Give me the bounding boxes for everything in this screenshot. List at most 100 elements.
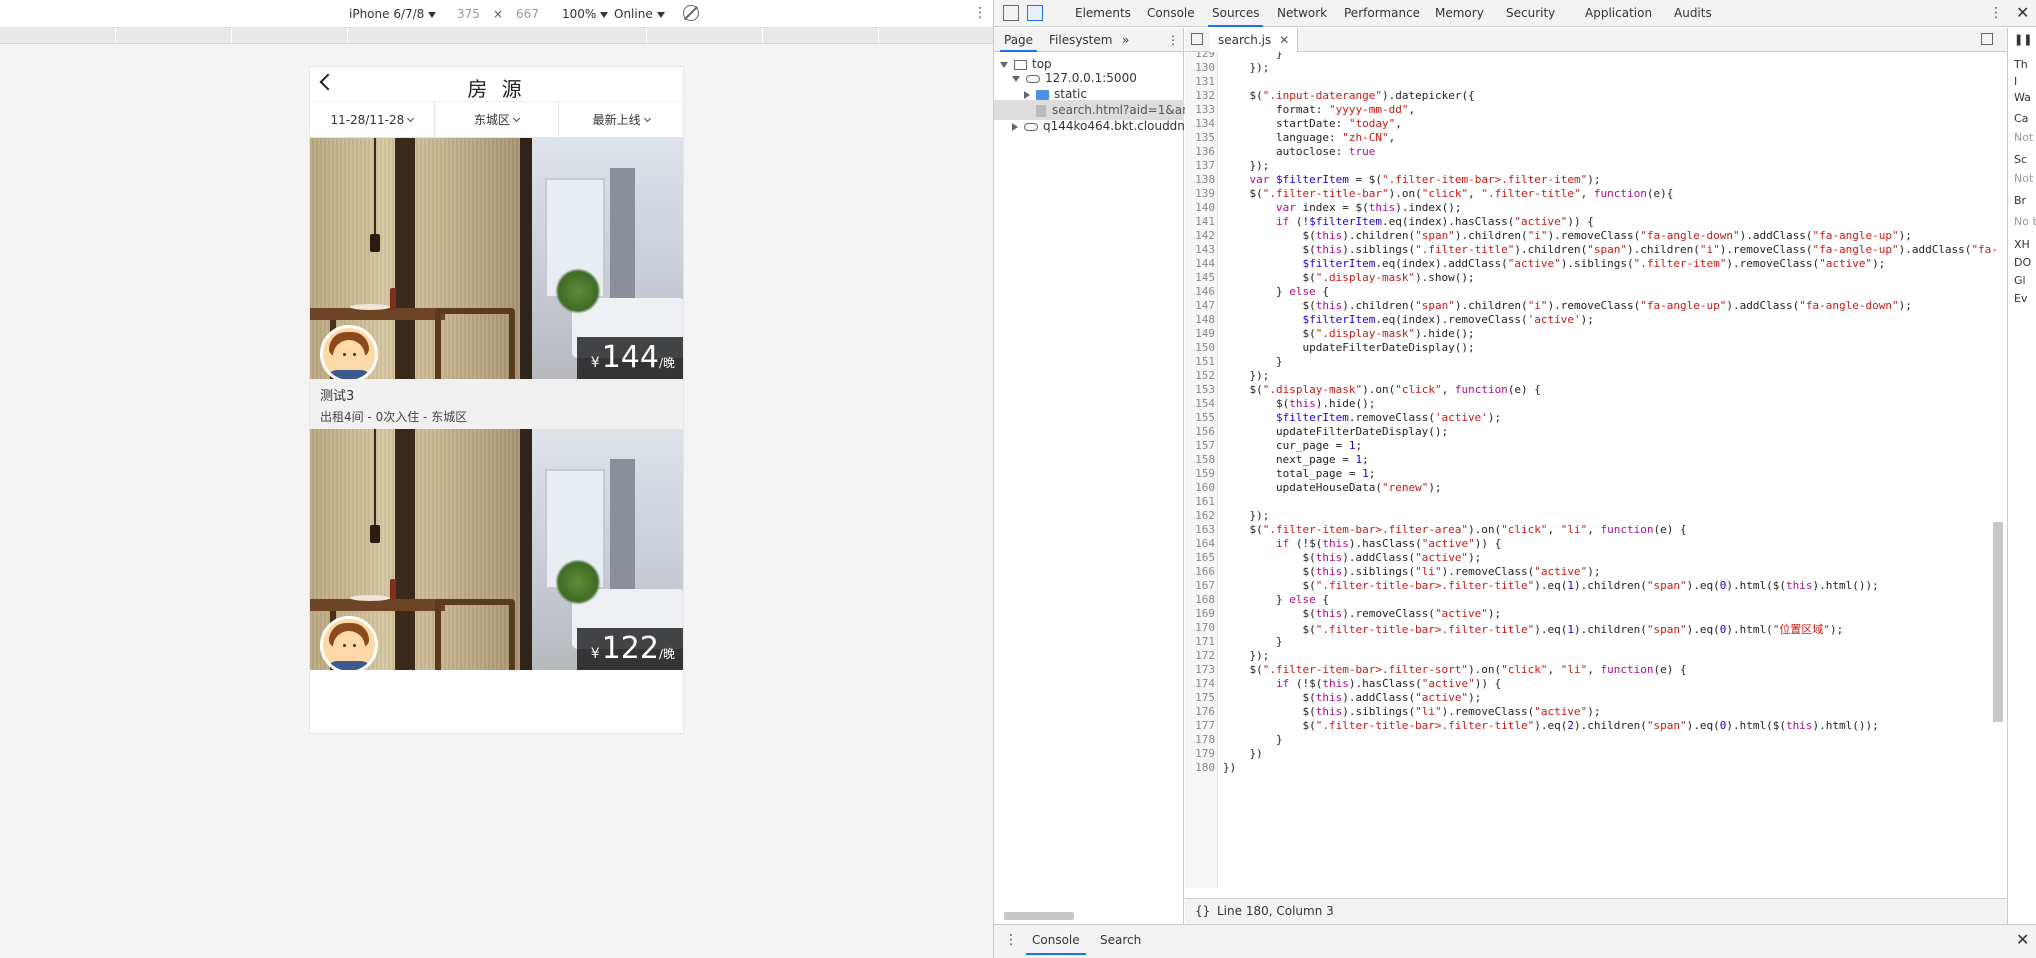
drawer-menu-icon[interactable]: ⋮ (1004, 932, 1018, 948)
code-view[interactable]: 129 } 130 }); 131 132 $(".input-daterange")… (1185, 52, 2007, 888)
line-number[interactable]: 166 (1185, 565, 1215, 578)
line-number[interactable]: 175 (1185, 691, 1215, 704)
filter-area[interactable]: 东城区 (435, 102, 560, 137)
debugger-section-label[interactable]: Wa (2014, 91, 2031, 104)
line-number[interactable]: 130 (1185, 61, 1215, 74)
editor-tab-search-js[interactable]: search.js ✕ (1210, 28, 1299, 52)
debugger-section-label[interactable]: Not p (2014, 131, 2036, 144)
line-number[interactable]: 141 (1185, 215, 1215, 228)
line-number[interactable]: 176 (1185, 705, 1215, 718)
line-number[interactable]: 170 (1185, 621, 1215, 634)
line-number[interactable]: 174 (1185, 677, 1215, 690)
line-number[interactable]: 160 (1185, 481, 1215, 494)
line-number[interactable]: 136 (1185, 145, 1215, 158)
line-number[interactable]: 172 (1185, 649, 1215, 662)
line-number[interactable]: 137 (1185, 159, 1215, 172)
tab-page[interactable]: Page (999, 33, 1038, 52)
line-number[interactable]: 144 (1185, 257, 1215, 270)
tab-application[interactable]: Application (1585, 6, 1652, 20)
line-number[interactable]: 154 (1185, 397, 1215, 410)
pause-icon[interactable]: ❚❚ (2014, 33, 2032, 46)
debugger-section-label[interactable]: Gl (2014, 274, 2026, 287)
line-number[interactable]: 146 (1185, 285, 1215, 298)
line-number[interactable]: 156 (1185, 425, 1215, 438)
line-number[interactable]: 157 (1185, 439, 1215, 452)
line-number[interactable]: 131 (1185, 75, 1215, 88)
line-number[interactable]: 169 (1185, 607, 1215, 620)
network-throttle-select[interactable]: Online (614, 7, 665, 21)
line-number[interactable]: 167 (1185, 579, 1215, 592)
line-number[interactable]: 177 (1185, 719, 1215, 732)
tree-item-cdn[interactable]: q144ko464.bkt.clouddn.co (1012, 116, 1203, 136)
house-card[interactable]: ¥ 144 /晚 测试3 出租4间 - 0次入住 - 东城区 (310, 138, 683, 429)
close-tab-icon[interactable]: ✕ (1279, 33, 1289, 47)
zoom-select[interactable]: 100% (562, 7, 609, 21)
line-number[interactable]: 129 (1185, 52, 1215, 60)
line-number[interactable]: 159 (1185, 467, 1215, 480)
line-number[interactable]: 173 (1185, 663, 1215, 676)
line-number[interactable]: 135 (1185, 131, 1215, 144)
line-number[interactable]: 162 (1185, 509, 1215, 522)
drawer-tab-console[interactable]: Console (1026, 933, 1086, 955)
viewport-height[interactable]: 667 (516, 7, 539, 21)
line-number[interactable]: 138 (1185, 173, 1215, 186)
line-number[interactable]: 158 (1185, 453, 1215, 466)
line-number[interactable]: 139 (1185, 187, 1215, 200)
toggle-navigator-icon[interactable] (1191, 33, 1203, 45)
line-number[interactable]: 132 (1185, 89, 1215, 102)
line-number[interactable]: 179 (1185, 747, 1215, 760)
close-icon[interactable]: ✕ (2016, 3, 2029, 22)
line-number[interactable]: 155 (1185, 411, 1215, 424)
house-card[interactable]: ¥ 122 /晚 (310, 429, 683, 670)
debugger-section-label[interactable]: XH (2014, 238, 2030, 251)
debugger-section-label[interactable]: Ev (2014, 292, 2027, 305)
code-vertical-scrollbar[interactable] (1993, 522, 2003, 722)
line-number[interactable]: 180 (1185, 761, 1215, 774)
line-number[interactable]: 140 (1185, 201, 1215, 214)
device-toolbar-icon[interactable] (1027, 5, 1043, 21)
rotate-icon[interactable] (683, 5, 699, 21)
debugger-section-label[interactable]: Br (2014, 194, 2026, 207)
line-number[interactable]: 163 (1185, 523, 1215, 536)
tab-performance[interactable]: Performance (1344, 6, 1420, 20)
line-number[interactable]: 164 (1185, 537, 1215, 550)
line-number[interactable]: 147 (1185, 299, 1215, 312)
debugger-section-label[interactable]: Ca (2014, 112, 2028, 125)
line-number[interactable]: 152 (1185, 369, 1215, 382)
more-tabs-icon[interactable]: » (1122, 33, 1129, 47)
debugger-section-label[interactable]: Th (2014, 58, 2028, 71)
line-number[interactable]: 151 (1185, 355, 1215, 368)
tab-filesystem[interactable]: Filesystem (1049, 33, 1112, 47)
devtools-menu-icon[interactable]: ⋮ (1989, 5, 2003, 21)
pretty-print-icon[interactable]: {} (1195, 904, 1210, 918)
navigator-menu-icon[interactable]: ⋮ (1167, 33, 1179, 47)
line-number[interactable]: 165 (1185, 551, 1215, 564)
debugger-section-label[interactable]: DO (2014, 256, 2031, 269)
debugger-section-label[interactable]: I (2014, 75, 2017, 88)
line-number[interactable]: 148 (1185, 313, 1215, 326)
tab-audits[interactable]: Audits (1674, 6, 1712, 20)
tab-console[interactable]: Console (1147, 6, 1195, 20)
toggle-debugger-icon[interactable] (1981, 33, 1993, 45)
close-drawer-icon[interactable]: ✕ (2016, 930, 2029, 949)
line-number[interactable]: 149 (1185, 327, 1215, 340)
viewport-width[interactable]: 375 (457, 7, 480, 21)
line-number[interactable]: 133 (1185, 103, 1215, 116)
line-number[interactable]: 171 (1185, 635, 1215, 648)
tab-sources[interactable]: Sources (1207, 6, 1264, 27)
line-number[interactable]: 178 (1185, 733, 1215, 746)
navigator-scrollbar[interactable] (1004, 912, 1074, 920)
debugger-section-label[interactable]: No b (2014, 215, 2036, 228)
debugger-section-label[interactable]: Sc (2014, 153, 2027, 166)
line-number[interactable]: 134 (1185, 117, 1215, 130)
more-options-icon[interactable]: ⋮ (973, 5, 987, 21)
filter-date[interactable]: 11-28/11-28 (310, 102, 435, 137)
tab-security[interactable]: Security (1506, 6, 1555, 20)
line-number[interactable]: 161 (1185, 495, 1215, 508)
line-number[interactable]: 150 (1185, 341, 1215, 354)
filter-sort[interactable]: 最新上线 (559, 102, 683, 137)
line-number[interactable]: 142 (1185, 229, 1215, 242)
device-select[interactable]: iPhone 6/7/8 (349, 7, 437, 21)
line-number[interactable]: 145 (1185, 271, 1215, 284)
tab-network[interactable]: Network (1277, 6, 1327, 20)
